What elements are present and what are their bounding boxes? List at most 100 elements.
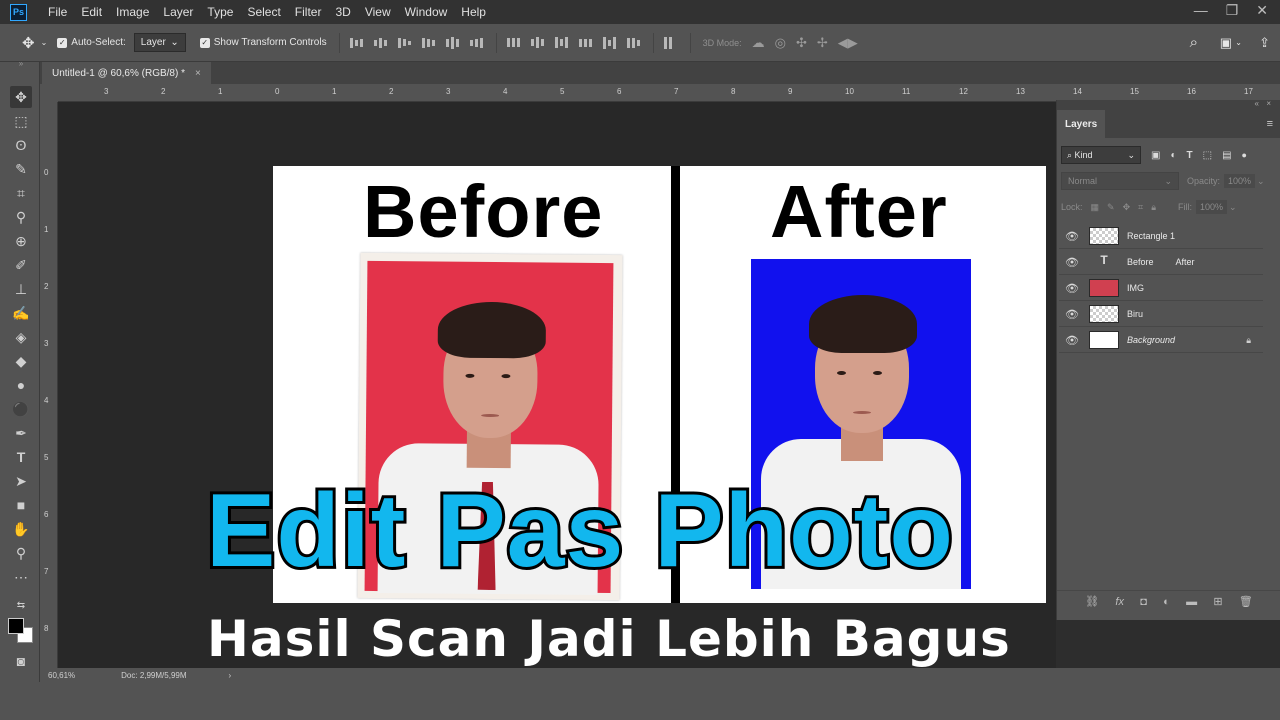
- chevron-down-icon[interactable]: ⌄: [41, 38, 48, 47]
- zoom-level[interactable]: 60,61%: [48, 671, 75, 680]
- 3d-pan-icon[interactable]: ✣: [796, 35, 807, 51]
- minimize-icon[interactable]: —: [1194, 2, 1208, 19]
- stamp-tool-icon[interactable]: ⊥: [10, 278, 32, 300]
- align-top-icon[interactable]: [349, 37, 364, 49]
- lasso-tool-icon[interactable]: ʘ: [10, 134, 32, 156]
- shape-filter-icon[interactable]: ⬚: [1203, 150, 1212, 161]
- menu-select[interactable]: Select: [240, 5, 287, 19]
- delete-layer-icon[interactable]: 🗑︎: [1239, 595, 1253, 608]
- hand-tool-icon[interactable]: ✋: [10, 518, 32, 540]
- document-tab[interactable]: Untitled-1 @ 60,6% (RGB/8) * ×: [42, 62, 211, 84]
- adjustment-filter-icon[interactable]: ◐: [1170, 150, 1176, 161]
- dodge-tool-icon[interactable]: ⚫: [10, 398, 32, 420]
- swap-colors-icon[interactable]: ⇆: [10, 594, 32, 616]
- pixel-filter-icon[interactable]: ▣: [1151, 150, 1160, 161]
- visibility-eye-icon[interactable]: 👁︎: [1065, 230, 1079, 243]
- eyedropper-tool-icon[interactable]: ⚲: [10, 206, 32, 228]
- layer-row[interactable]: 👁︎ IMG: [1059, 276, 1263, 301]
- fill-field[interactable]: 100%: [1196, 200, 1228, 214]
- lock-position-icon[interactable]: ✥: [1123, 202, 1131, 213]
- lock-pixels-icon[interactable]: ✎: [1107, 202, 1115, 213]
- menu-file[interactable]: File: [41, 5, 74, 19]
- collapse-panel-icon[interactable]: «: [1255, 99, 1259, 108]
- paint-bucket-tool-icon[interactable]: ◆: [10, 350, 32, 372]
- menu-image[interactable]: Image: [109, 5, 156, 19]
- menu-edit[interactable]: Edit: [74, 5, 109, 19]
- distribute-top-icon[interactable]: [506, 37, 521, 49]
- brush-tool-icon[interactable]: ✐: [10, 254, 32, 276]
- eraser-tool-icon[interactable]: ◈: [10, 326, 32, 348]
- distribute-right-icon[interactable]: [626, 37, 641, 49]
- adjustment-layer-icon[interactable]: ◐: [1163, 596, 1170, 608]
- quick-mask-icon[interactable]: ◙: [10, 650, 32, 672]
- align-right-icon[interactable]: [469, 37, 484, 49]
- auto-select-dropdown[interactable]: Layer ⌄: [133, 33, 186, 52]
- opacity-field[interactable]: 100%: [1224, 174, 1256, 188]
- align-left-icon[interactable]: [421, 37, 436, 49]
- close-tab-icon[interactable]: ×: [195, 68, 201, 79]
- lock-artboard-icon[interactable]: ⌗: [1138, 202, 1143, 213]
- workspace-icon[interactable]: ▣: [1220, 35, 1232, 51]
- 3d-scale-icon[interactable]: ◀▶: [838, 35, 858, 51]
- blur-tool-icon[interactable]: ●: [10, 374, 32, 396]
- blend-mode-dropdown[interactable]: Normal ⌄: [1061, 172, 1179, 190]
- menu-3d[interactable]: 3D: [328, 5, 357, 19]
- share-icon[interactable]: ⇪: [1259, 35, 1270, 51]
- menu-view[interactable]: View: [358, 5, 398, 19]
- quick-select-tool-icon[interactable]: ✎: [10, 158, 32, 180]
- chevron-right-icon[interactable]: ›: [229, 671, 232, 680]
- search-icon[interactable]: ⌕: [1190, 34, 1198, 51]
- layer-row[interactable]: 👁︎ Biru: [1059, 302, 1263, 327]
- history-brush-tool-icon[interactable]: ✍: [10, 302, 32, 324]
- align-bottom-icon[interactable]: [397, 37, 412, 49]
- fx-icon[interactable]: fx: [1115, 596, 1124, 608]
- healing-brush-tool-icon[interactable]: ⊕: [10, 230, 32, 252]
- link-layers-icon[interactable]: ⛓: [1085, 595, 1099, 608]
- menu-layer[interactable]: Layer: [156, 5, 200, 19]
- lock-all-icon[interactable]: 🔒︎: [1151, 202, 1156, 213]
- chevron-down-icon[interactable]: ⌄: [1235, 38, 1242, 47]
- layer-row[interactable]: 👁︎ Rectangle 1: [1059, 224, 1263, 249]
- zoom-tool-icon[interactable]: ⚲: [10, 542, 32, 564]
- align-hcenter-icon[interactable]: [445, 36, 460, 49]
- new-group-icon[interactable]: ▬: [1186, 596, 1197, 608]
- menu-type[interactable]: Type: [200, 5, 240, 19]
- menu-help[interactable]: Help: [454, 5, 493, 19]
- align-vcenter-icon[interactable]: [373, 37, 388, 49]
- panel-menu-icon[interactable]: ≡: [1267, 118, 1273, 130]
- marquee-tool-icon[interactable]: ⬚: [10, 110, 32, 132]
- 3d-roll-icon[interactable]: ◎: [775, 35, 786, 51]
- crop-tool-icon[interactable]: ⌗: [10, 182, 32, 204]
- auto-align-icon[interactable]: [663, 36, 678, 49]
- type-tool-icon[interactable]: T: [10, 446, 32, 468]
- close-panel-icon[interactable]: ×: [1266, 99, 1271, 108]
- more-tools-icon[interactable]: ⋯: [10, 566, 32, 588]
- distribute-bottom-icon[interactable]: [554, 37, 569, 49]
- visibility-eye-icon[interactable]: 👁︎: [1065, 256, 1079, 269]
- chevron-down-icon[interactable]: ⌄: [1229, 202, 1237, 213]
- 3d-slide-icon[interactable]: ✢: [817, 35, 828, 51]
- close-icon[interactable]: ✕: [1256, 2, 1268, 19]
- layer-row[interactable]: 👁︎ Background 🔒︎: [1059, 328, 1263, 353]
- layer-row[interactable]: 👁︎ T Before After: [1059, 250, 1263, 275]
- auto-select-checkbox[interactable]: ✓ Auto-Select:: [57, 37, 126, 48]
- visibility-eye-icon[interactable]: 👁︎: [1065, 334, 1079, 347]
- smart-object-filter-icon[interactable]: ▤: [1222, 150, 1231, 161]
- kind-filter-dropdown[interactable]: ⌕ Kind ⌄: [1061, 146, 1141, 164]
- distribute-left-icon[interactable]: [578, 37, 593, 49]
- filter-toggle-icon[interactable]: ●: [1242, 150, 1247, 160]
- new-layer-icon[interactable]: ⊞: [1213, 595, 1222, 608]
- menu-window[interactable]: Window: [398, 5, 455, 19]
- lock-transparent-icon[interactable]: ▦: [1091, 202, 1100, 213]
- visibility-eye-icon[interactable]: 👁︎: [1065, 282, 1079, 295]
- distribute-hcenter-icon[interactable]: [602, 36, 617, 49]
- rectangle-tool-icon[interactable]: ■: [10, 494, 32, 516]
- foreground-color-swatch[interactable]: [8, 618, 24, 634]
- 3d-orbit-icon[interactable]: ☁: [752, 35, 765, 51]
- path-select-tool-icon[interactable]: ➤: [10, 470, 32, 492]
- collapse-icon[interactable]: »: [10, 58, 32, 68]
- move-tool-icon[interactable]: ✥: [22, 34, 35, 52]
- pen-tool-icon[interactable]: ✒: [10, 422, 32, 444]
- chevron-down-icon[interactable]: ⌄: [1257, 176, 1265, 187]
- tab-layers[interactable]: Layers: [1057, 110, 1106, 138]
